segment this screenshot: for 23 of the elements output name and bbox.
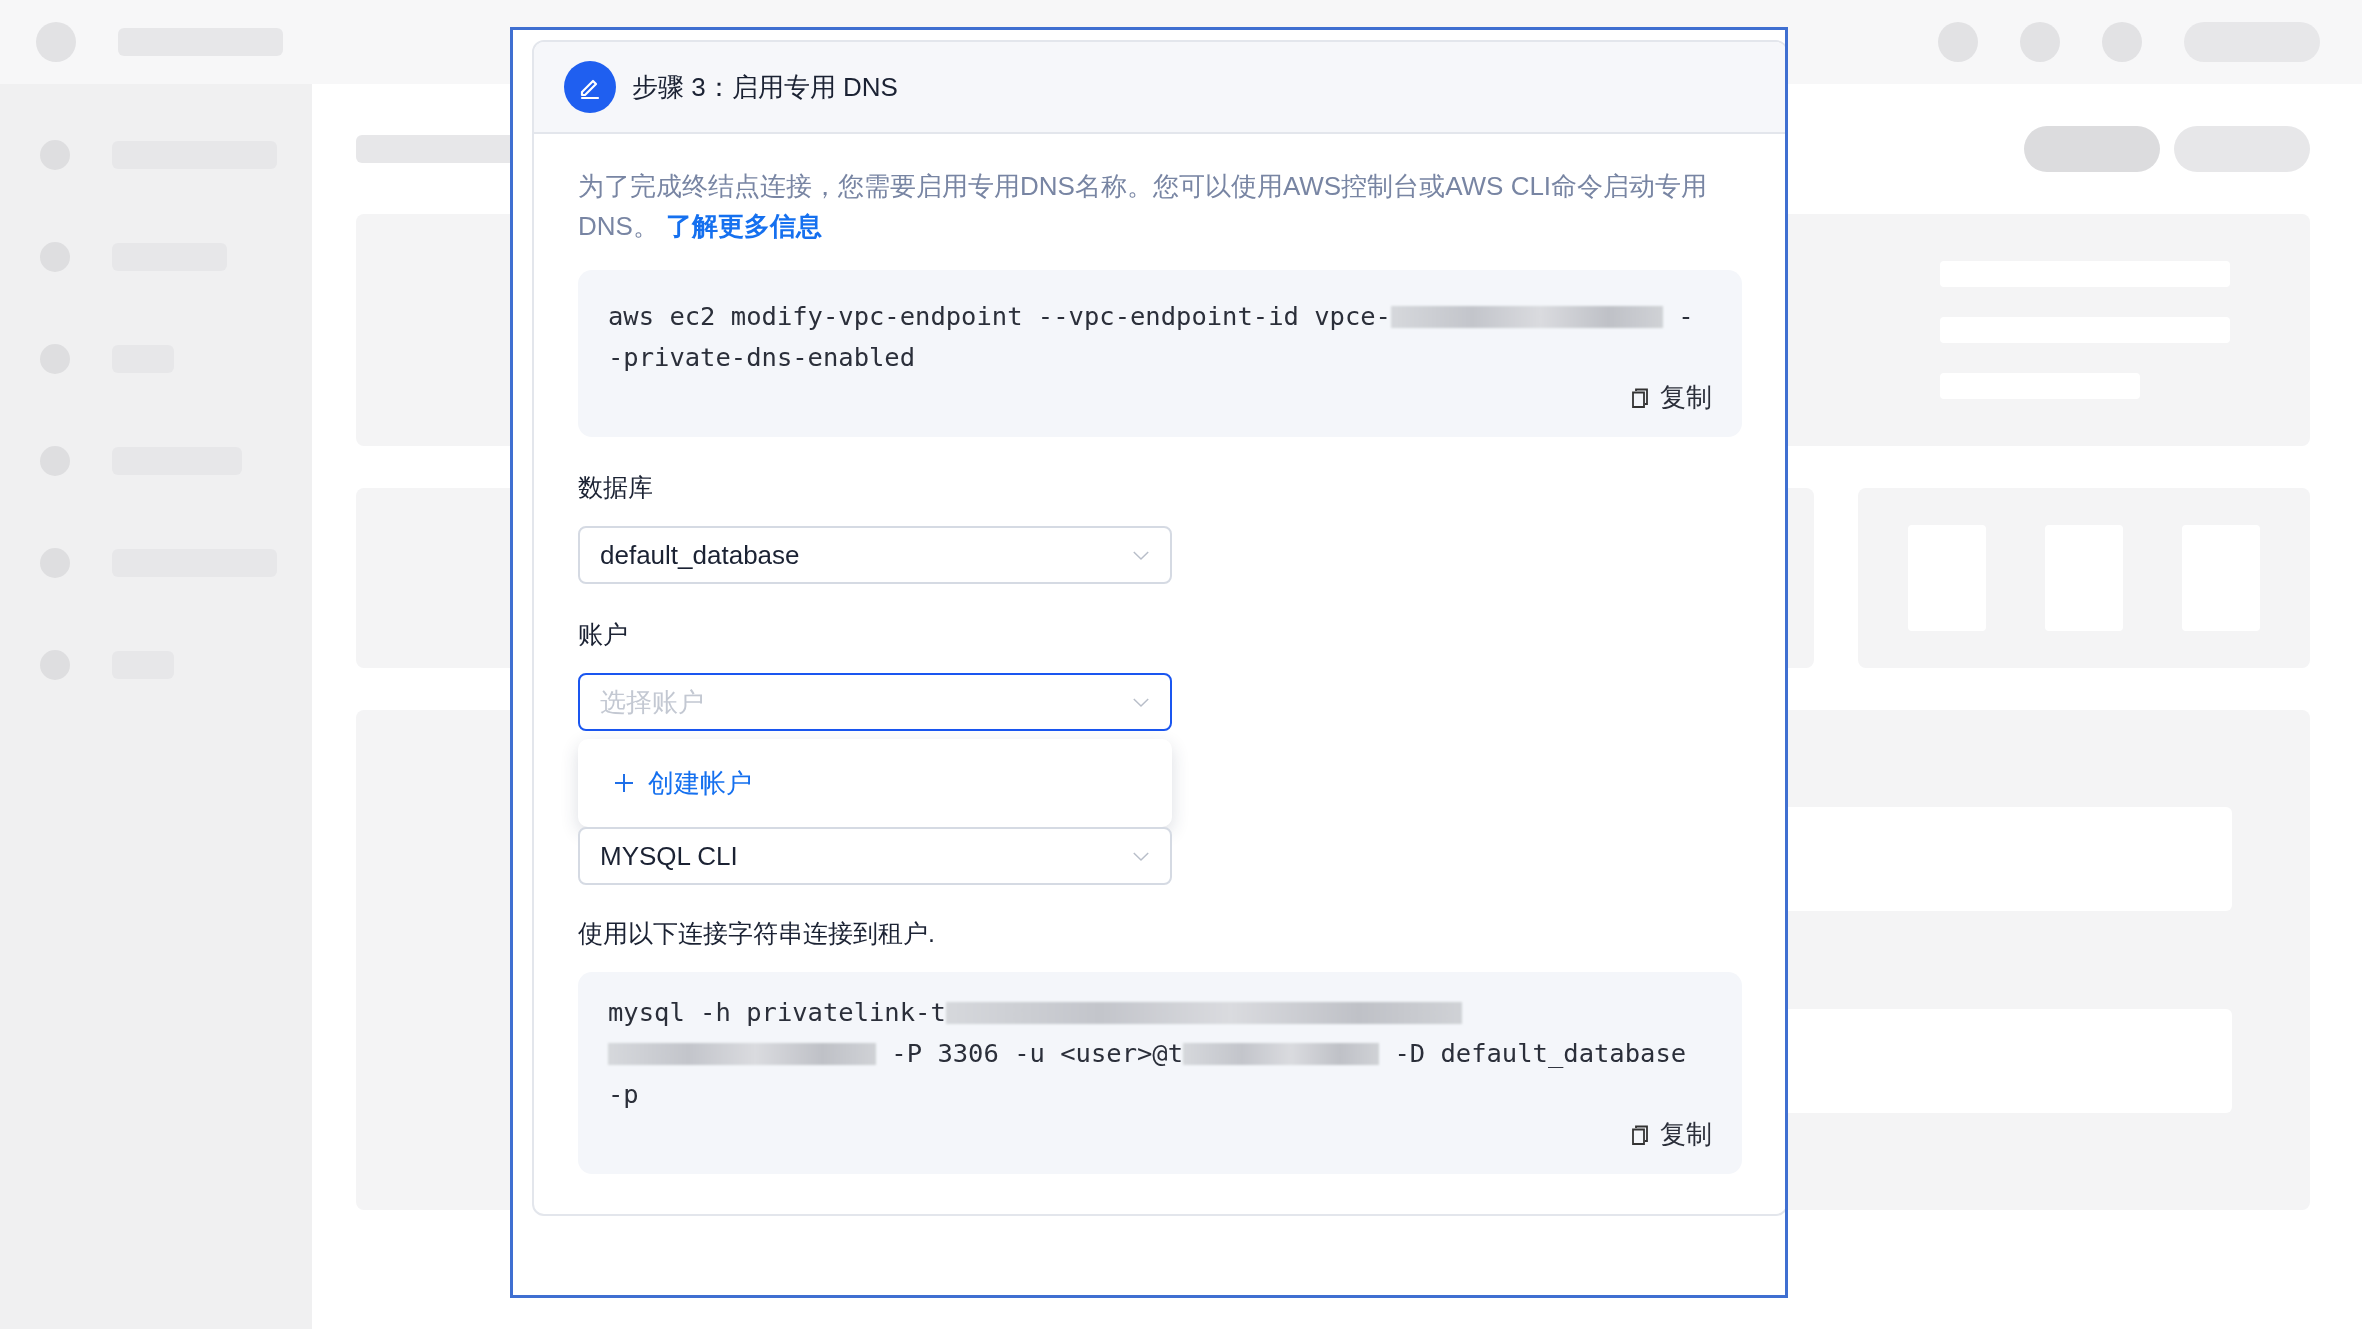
- chevron-down-icon: [1132, 850, 1150, 862]
- step-title: 步骤 3：启用专用 DNS: [632, 70, 898, 104]
- instruction-text: 使用以下连接字符串连接到租户.: [578, 918, 936, 949]
- chevron-down-icon: [1132, 549, 1150, 561]
- code-text: aws ec2 modify-vpc-endpoint --vpc-endpoint-id vpce-: [608, 300, 1391, 333]
- learn-more-link[interactable]: 了解更多信息: [666, 211, 823, 241]
- chevron-down-icon: [1132, 696, 1150, 708]
- description-text: 为了完成终结点连接，您需要启用专用DNS名称。您可以使用AWS控制台或AWS CLI命令启动专用DNS。 了解更多信息: [578, 170, 1709, 243]
- select-field[interactable]: MYSQL CLI: [578, 827, 1172, 885]
- code-text: -P 3306 -u <user>@t: [890, 1037, 1184, 1070]
- copy-button[interactable]: 复制: [1630, 380, 1712, 415]
- field-label: 数据库: [578, 472, 654, 503]
- select-field[interactable]: default_database: [578, 526, 1172, 584]
- plus-icon: [614, 773, 634, 793]
- code-text: -p: [608, 1078, 639, 1111]
- menu-item[interactable]: 创建帐户: [614, 765, 752, 801]
- field-label: 账户: [578, 619, 629, 650]
- code-text: mysql -h privatelink-t: [608, 996, 946, 1029]
- code-text: -D default_database: [1393, 1037, 1687, 1070]
- copy-button[interactable]: 复制: [1630, 1117, 1712, 1152]
- code-text: -private-dns-enabled: [608, 341, 916, 374]
- pencil-icon: [564, 61, 616, 113]
- code-text: -: [1677, 300, 1694, 333]
